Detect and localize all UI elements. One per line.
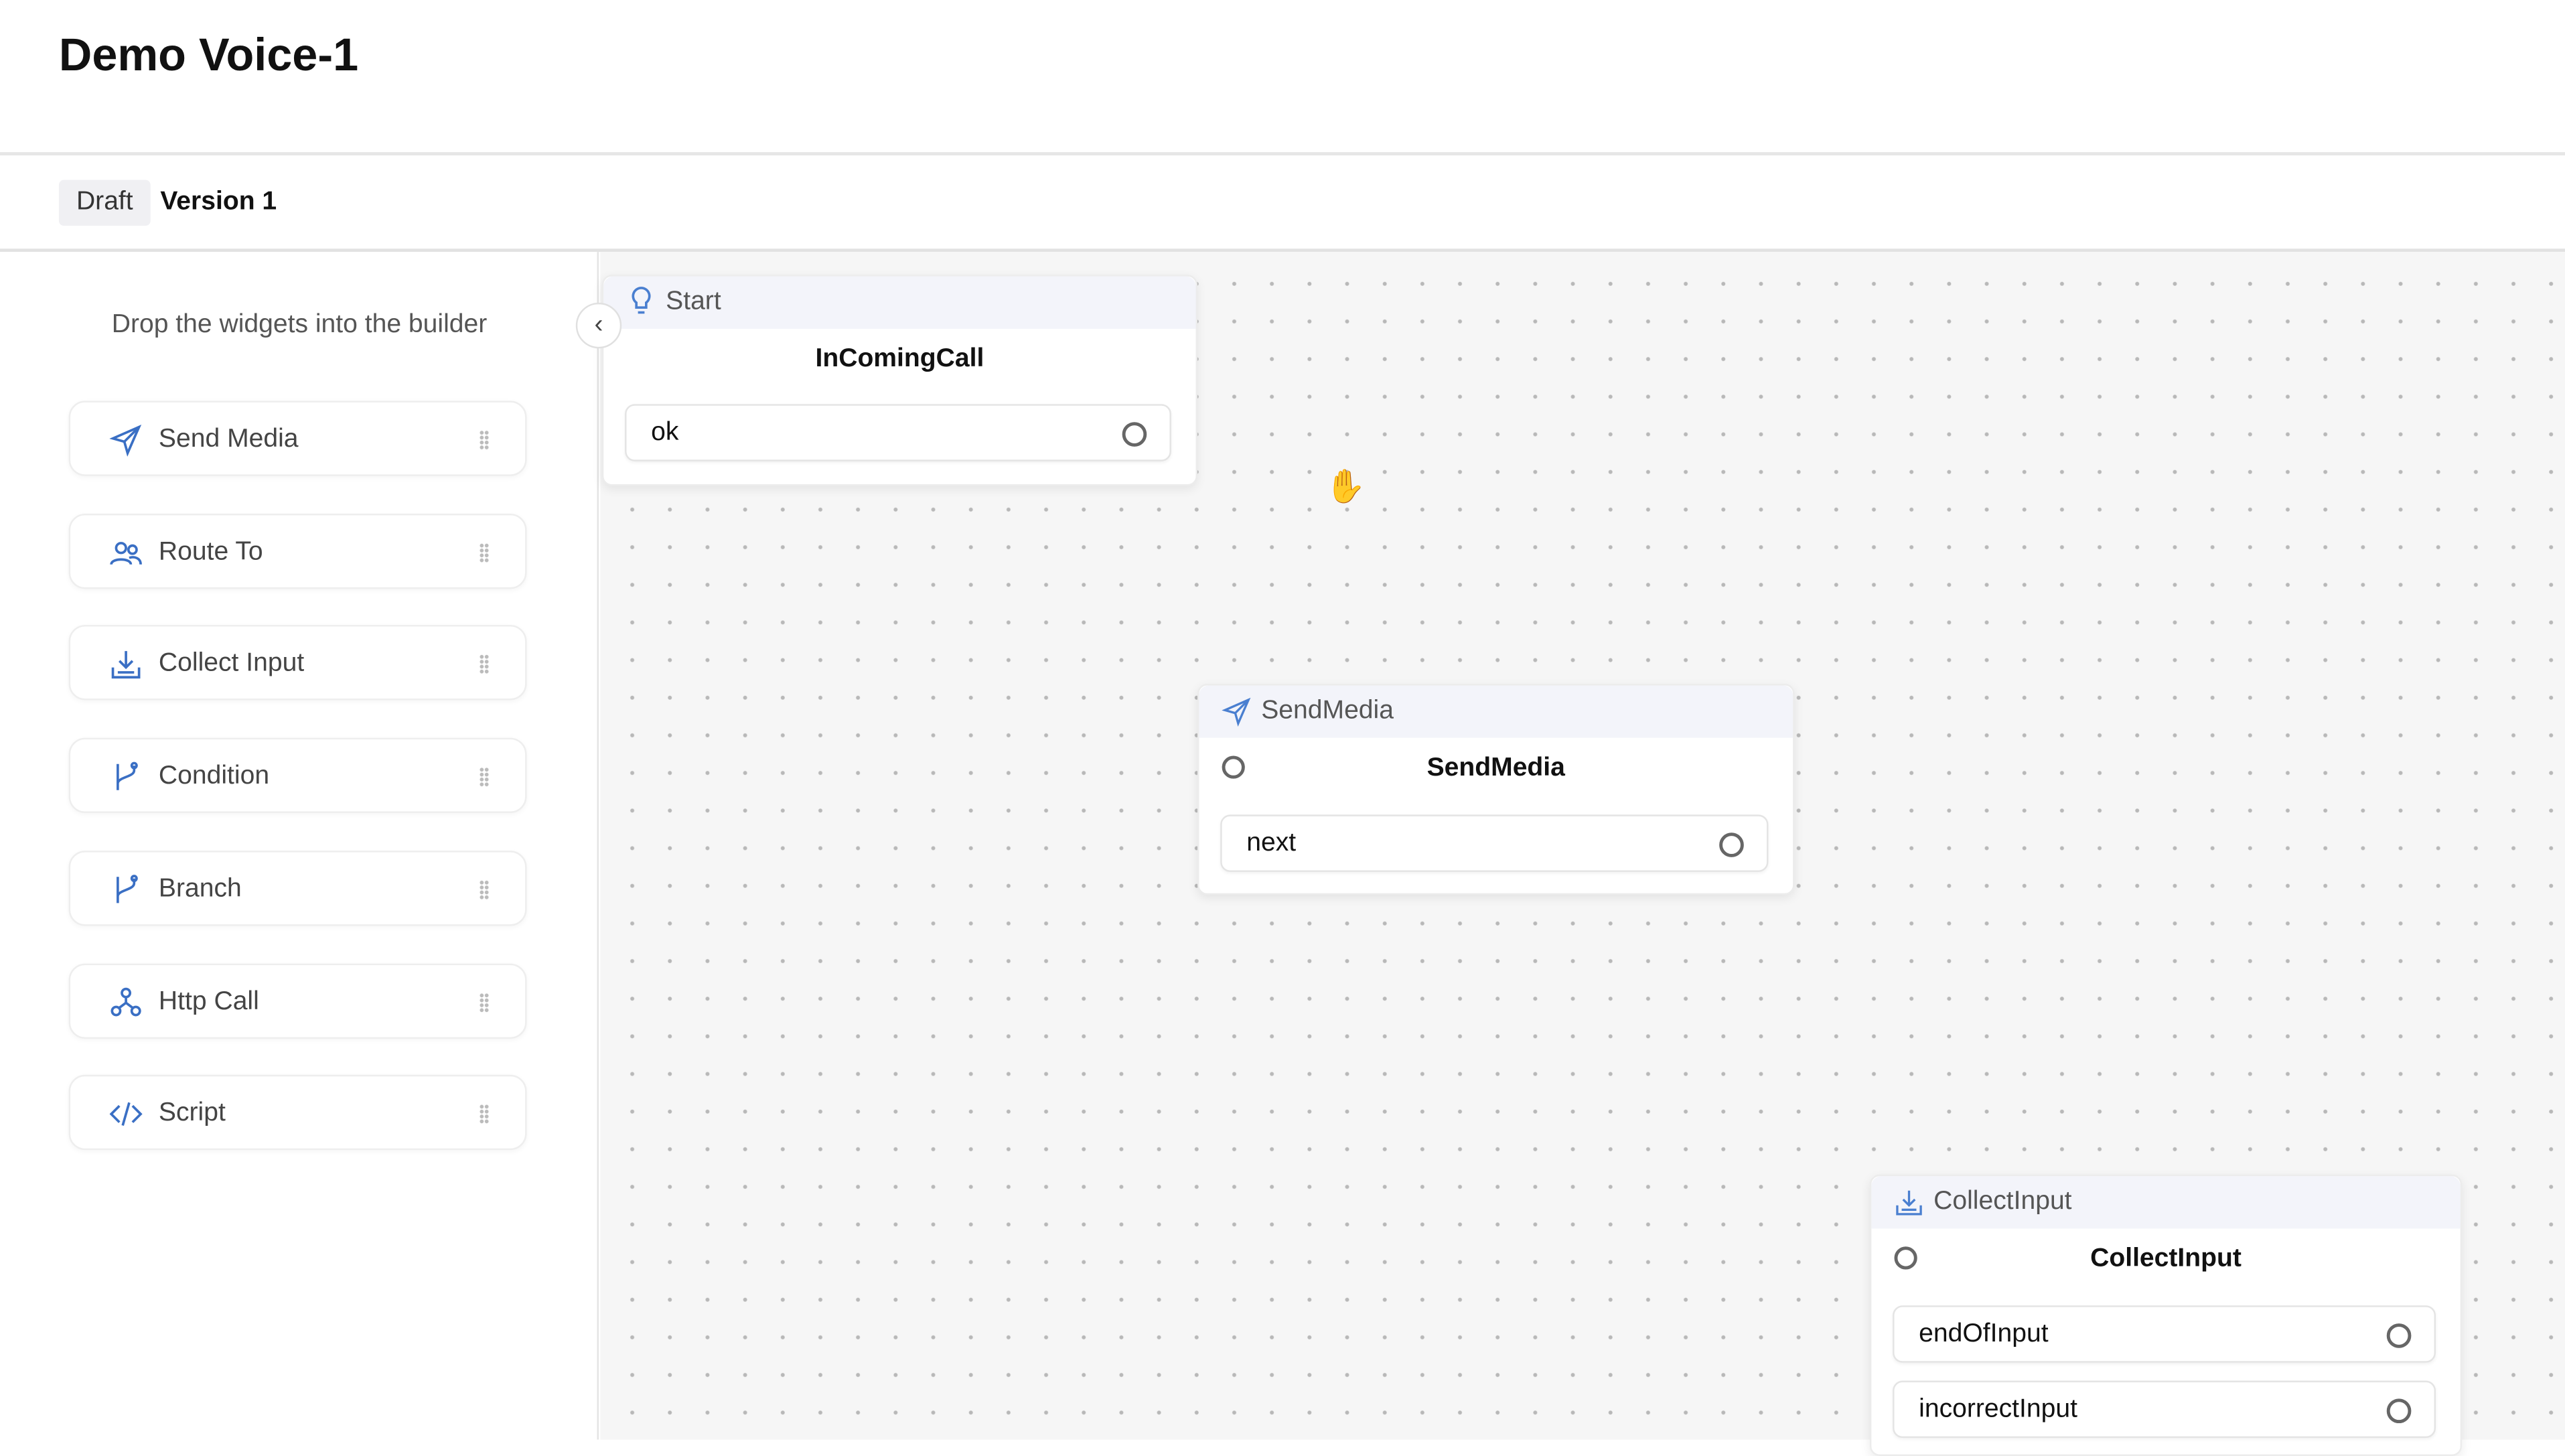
- output-port[interactable]: [2386, 1398, 2412, 1424]
- drag-handle-icon[interactable]: [479, 654, 490, 674]
- widget-label: Script: [158, 1099, 226, 1127]
- output-label: next: [1246, 829, 1297, 857]
- drag-handle-icon[interactable]: [479, 1104, 490, 1124]
- sidebar-hint: Drop the widgets into the builder: [111, 311, 488, 339]
- drag-handle-icon[interactable]: [479, 993, 490, 1013]
- widget-condition[interactable]: Condition: [68, 737, 527, 813]
- hand-cursor-icon: ✋: [1325, 469, 1366, 506]
- branch-icon: [117, 761, 138, 790]
- node-name: CollectInput: [2090, 1244, 2242, 1273]
- node-collectinput[interactable]: CollectInput CollectInput endOfInput inc…: [1869, 1174, 2463, 1456]
- widget-label: Http Call: [158, 988, 259, 1016]
- output-label: incorrectInput: [1919, 1395, 2077, 1424]
- chevron-left-icon: ‹: [594, 311, 603, 339]
- drag-handle-icon[interactable]: [479, 542, 490, 563]
- lightbulb-icon: [632, 287, 651, 314]
- widget-collect-input[interactable]: Collect Input: [68, 625, 527, 701]
- send-icon: [109, 424, 142, 457]
- output-port[interactable]: [2386, 1323, 2412, 1348]
- widget-sidebar: Drop the widgets into the builder Send M…: [0, 252, 599, 1440]
- node-type: CollectInput: [1933, 1187, 2072, 1216]
- version-label: Version 1: [160, 188, 277, 216]
- widget-script[interactable]: Script: [68, 1074, 527, 1151]
- node-sendmedia[interactable]: SendMedia SendMedia next: [1197, 684, 1795, 895]
- output-port[interactable]: [1719, 832, 1744, 857]
- draft-badge[interactable]: Draft: [58, 179, 151, 226]
- send-icon: [1222, 697, 1251, 727]
- widget-label: Route To: [158, 538, 263, 567]
- output-label: ok: [651, 419, 679, 447]
- node-name: InComingCall: [815, 345, 984, 373]
- drag-handle-icon[interactable]: [479, 880, 490, 900]
- node-start[interactable]: Start InComingCall ok: [601, 275, 1197, 486]
- network-icon: [111, 987, 141, 1017]
- collapse-sidebar-button[interactable]: ‹: [575, 302, 622, 349]
- divider: [0, 152, 2565, 156]
- widget-route-to[interactable]: Route To: [68, 513, 527, 589]
- node-type: SendMedia: [1261, 697, 1394, 725]
- collect-icon: [111, 651, 141, 679]
- widget-send-media[interactable]: Send Media: [68, 401, 527, 476]
- node-output[interactable]: endOfInput: [1893, 1305, 2436, 1363]
- node-output[interactable]: next: [1220, 814, 1769, 872]
- users-icon: [110, 542, 142, 565]
- node-name: SendMedia: [1426, 754, 1565, 782]
- widget-label: Branch: [158, 875, 242, 903]
- branch-icon: [117, 875, 138, 903]
- code-icon: [109, 1102, 143, 1126]
- widget-label: Condition: [158, 762, 270, 790]
- widget-label: Send Media: [158, 425, 299, 453]
- drag-handle-icon[interactable]: [479, 767, 490, 787]
- node-type: Start: [666, 287, 721, 316]
- output-label: endOfInput: [1919, 1320, 2049, 1348]
- node-output[interactable]: incorrectInput: [1893, 1380, 2436, 1439]
- collect-icon: [1896, 1190, 1922, 1216]
- node-output[interactable]: ok: [625, 404, 1171, 461]
- page-title: Demo Voice-1: [58, 29, 359, 80]
- widget-label: Collect Input: [158, 649, 305, 678]
- drag-handle-icon[interactable]: [479, 430, 490, 450]
- widget-http-call[interactable]: Http Call: [68, 963, 527, 1039]
- widget-branch[interactable]: Branch: [68, 851, 527, 926]
- output-port[interactable]: [1122, 422, 1147, 447]
